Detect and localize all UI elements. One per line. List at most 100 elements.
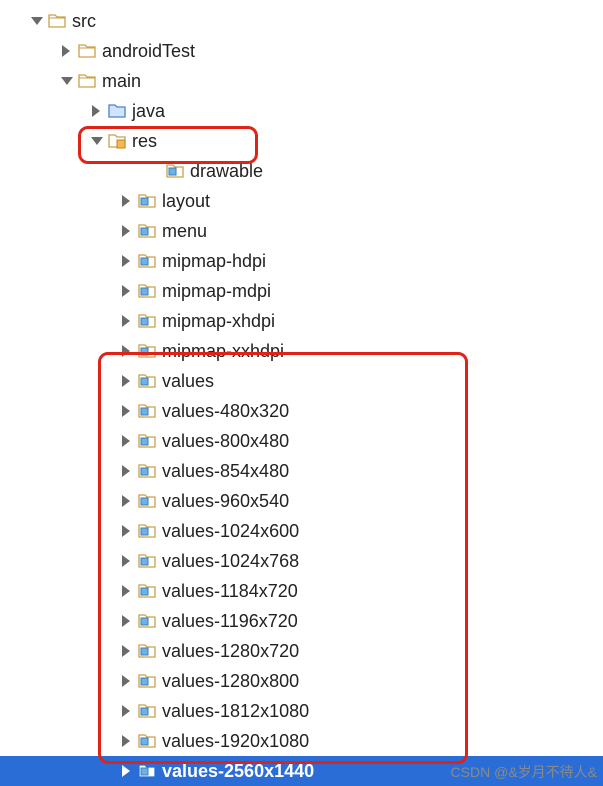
chevron-right-icon[interactable]: [120, 224, 134, 238]
tree-item-mipmapXX[interactable]: mipmap-xxhdpi: [0, 336, 603, 366]
tree-item-res[interactable]: res: [0, 126, 603, 156]
tree-item-values960[interactable]: values-960x540: [0, 486, 603, 516]
folder-icon: [166, 162, 184, 180]
chevron-right-icon[interactable]: [120, 614, 134, 628]
tree-item-values[interactable]: values: [0, 366, 603, 396]
tree-item-label: mipmap-xxhdpi: [162, 336, 284, 366]
chevron-right-icon[interactable]: [90, 104, 104, 118]
tree-item-label: values-1024x600: [162, 516, 299, 546]
folder-icon: [108, 102, 126, 120]
chevron-right-icon[interactable]: [120, 404, 134, 418]
tree-item-label: values-1280x720: [162, 636, 299, 666]
tree-item-label: values: [162, 366, 214, 396]
folder-icon: [78, 42, 96, 60]
chevron-right-icon[interactable]: [120, 314, 134, 328]
tree-item-values1812[interactable]: values-1812x1080: [0, 696, 603, 726]
folder-icon: [138, 732, 156, 750]
tree-item-label: values-854x480: [162, 456, 289, 486]
folder-icon: [138, 312, 156, 330]
no-arrow: [148, 164, 162, 178]
chevron-right-icon[interactable]: [120, 344, 134, 358]
folder-icon: [138, 192, 156, 210]
folder-icon: [138, 432, 156, 450]
tree-item-label: values-1196x720: [162, 606, 298, 636]
folder-icon: [138, 252, 156, 270]
folder-icon: [138, 762, 156, 780]
tree-item-mipmapH[interactable]: mipmap-hdpi: [0, 246, 603, 276]
chevron-right-icon[interactable]: [120, 644, 134, 658]
folder-icon: [138, 282, 156, 300]
folder-icon: [138, 222, 156, 240]
tree-item-label: java: [132, 96, 165, 126]
tree-item-mipmapM[interactable]: mipmap-mdpi: [0, 276, 603, 306]
folder-icon: [138, 672, 156, 690]
chevron-right-icon[interactable]: [120, 734, 134, 748]
chevron-right-icon[interactable]: [120, 254, 134, 268]
tree-item-drawable[interactable]: drawable: [0, 156, 603, 186]
tree-item-label: src: [72, 6, 96, 36]
tree-item-java[interactable]: java: [0, 96, 603, 126]
tree-item-label: values-1920x1080: [162, 726, 309, 756]
folder-icon: [48, 12, 66, 30]
tree-item-label: androidTest: [102, 36, 195, 66]
tree-item-label: mipmap-xhdpi: [162, 306, 275, 336]
tree-item-mipmapX[interactable]: mipmap-xhdpi: [0, 306, 603, 336]
tree-item-label: res: [132, 126, 157, 156]
tree-item-values480[interactable]: values-480x320: [0, 396, 603, 426]
chevron-right-icon[interactable]: [120, 704, 134, 718]
tree-item-values1280b[interactable]: values-1280x800: [0, 666, 603, 696]
tree-item-label: drawable: [190, 156, 263, 186]
chevron-down-icon[interactable]: [90, 134, 104, 148]
folder-icon: [138, 342, 156, 360]
chevron-right-icon[interactable]: [120, 284, 134, 298]
tree-item-label: values-2560x1440: [162, 756, 314, 786]
tree-item-label: mipmap-mdpi: [162, 276, 271, 306]
folder-icon: [78, 72, 96, 90]
tree-item-label: layout: [162, 186, 210, 216]
tree-item-src[interactable]: src: [0, 6, 603, 36]
tree-item-values1184[interactable]: values-1184x720: [0, 576, 603, 606]
chevron-right-icon[interactable]: [60, 44, 74, 58]
chevron-right-icon[interactable]: [120, 554, 134, 568]
folder-icon: [138, 612, 156, 630]
folder-icon: [138, 552, 156, 570]
chevron-down-icon[interactable]: [30, 14, 44, 28]
tree-item-label: mipmap-hdpi: [162, 246, 266, 276]
tree-item-main[interactable]: main: [0, 66, 603, 96]
tree-item-label: main: [102, 66, 141, 96]
chevron-right-icon[interactable]: [120, 494, 134, 508]
tree-item-label: values-1024x768: [162, 546, 299, 576]
folder-icon: [138, 642, 156, 660]
folder-icon: [138, 402, 156, 420]
chevron-right-icon[interactable]: [120, 584, 134, 598]
folder-icon: [138, 522, 156, 540]
chevron-right-icon[interactable]: [120, 524, 134, 538]
folder-icon: [138, 462, 156, 480]
tree-item-values1024a[interactable]: values-1024x600: [0, 516, 603, 546]
tree-item-values800[interactable]: values-800x480: [0, 426, 603, 456]
chevron-right-icon[interactable]: [120, 674, 134, 688]
tree-item-values1920[interactable]: values-1920x1080: [0, 726, 603, 756]
tree-item-androidTest[interactable]: androidTest: [0, 36, 603, 66]
tree-item-values1280a[interactable]: values-1280x720: [0, 636, 603, 666]
folder-icon: [138, 492, 156, 510]
tree-item-label: values-1812x1080: [162, 696, 309, 726]
chevron-right-icon[interactable]: [120, 194, 134, 208]
chevron-right-icon[interactable]: [120, 374, 134, 388]
tree-item-label: values-480x320: [162, 396, 289, 426]
chevron-down-icon[interactable]: [60, 74, 74, 88]
chevron-right-icon[interactable]: [120, 434, 134, 448]
tree-item-menu[interactable]: menu: [0, 216, 603, 246]
folder-icon: [138, 372, 156, 390]
chevron-right-icon[interactable]: [120, 464, 134, 478]
chevron-right-icon[interactable]: [120, 764, 134, 778]
tree-item-label: values-1184x720: [162, 576, 298, 606]
folder-icon: [108, 132, 126, 150]
folder-icon: [138, 702, 156, 720]
watermark: CSDN @&岁月不待人&: [451, 762, 597, 782]
tree-item-values1024b[interactable]: values-1024x768: [0, 546, 603, 576]
tree-item-layout[interactable]: layout: [0, 186, 603, 216]
tree-item-values1196[interactable]: values-1196x720: [0, 606, 603, 636]
tree-item-values854[interactable]: values-854x480: [0, 456, 603, 486]
tree-item-label: values-960x540: [162, 486, 289, 516]
